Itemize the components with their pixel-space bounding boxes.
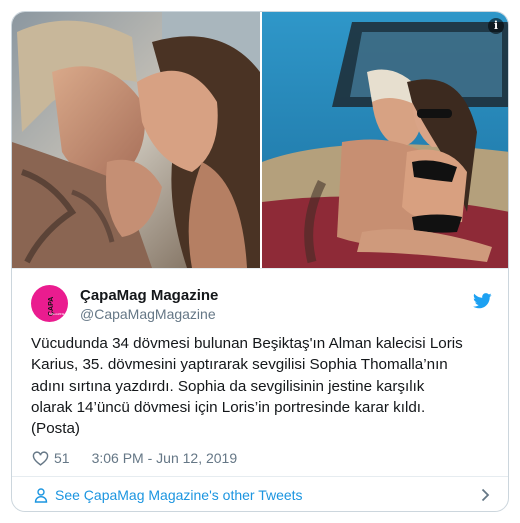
tweet-text-line: Karius, 35. dövmesini yaptırarak sevgili… [31,356,448,374]
photo-right[interactable]: i [262,12,508,268]
tweet-header: ÇAPA MAGAZINE ÇapaMag Magazine @CapaMagM… [12,268,508,328]
see-other-tweets-label[interactable]: See ÇapaMag Magazine's other Tweets [55,487,303,503]
tweet-text: Vücudunda 34 dövmesi bulunan Beşiktaş'ın… [31,333,501,439]
author-display-name[interactable]: ÇapaMag Magazine [80,286,218,305]
like-count[interactable]: 51 [54,450,70,466]
person-icon [34,487,48,503]
tweet-media-grid[interactable]: i [12,12,508,268]
chevron-right-icon[interactable] [481,488,490,502]
photo-left[interactable] [12,12,260,268]
tweet-text-line: (Posta) [31,420,80,438]
twitter-bird-icon[interactable] [473,293,492,314]
tweet-text-line: olarak 14’üncü dövmesi için Loris’in por… [31,398,426,416]
photo-boat-image [262,12,508,268]
tweet-text-line: Vücudunda 34 dövmesi bulunan Beşiktaş'ın… [31,335,463,352]
tweet-text-line: adını sırtına yazdırdı. Sophia da sevgil… [31,377,425,395]
see-other-tweets-link[interactable]: See ÇapaMag Magazine's other Tweets [12,476,508,511]
embedded-tweet-card[interactable]: i ÇAPA MAGAZINE ÇapaMag Magazine @CapaMa… [11,11,509,512]
heart-icon[interactable] [32,450,49,466]
photo-kiss-image [12,12,260,268]
info-icon[interactable]: i [488,18,504,34]
tweet-timestamp[interactable]: 3:06 PM - Jun 12, 2019 [92,450,238,466]
tweet-meta: 51 3:06 PM - Jun 12, 2019 [32,448,237,468]
author-handle[interactable]: @CapaMagMagazine [80,305,218,323]
author-names[interactable]: ÇapaMag Magazine @CapaMagMagazine [80,286,218,323]
avatar-logo-subtext: MAGAZINE [49,312,65,316]
avatar[interactable]: ÇAPA MAGAZINE [31,285,68,322]
